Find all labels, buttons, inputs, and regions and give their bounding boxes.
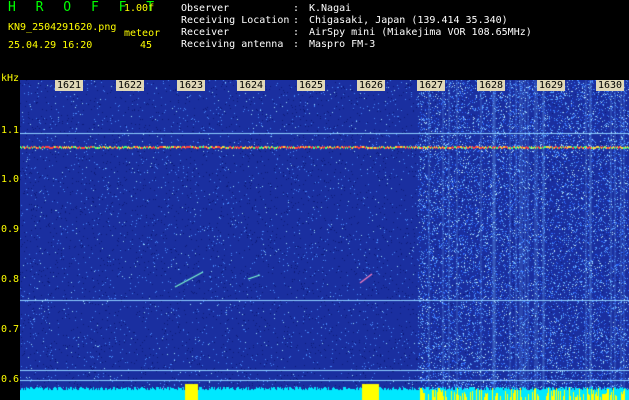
meteor-count: 45 xyxy=(140,40,153,51)
x-tick: 1629 xyxy=(537,80,566,91)
info-value: AirSpy mini (Miakejima VOR 108.65MHz) xyxy=(309,27,532,38)
y-tick: 1.1 xyxy=(1,125,20,136)
x-tick: 1622 xyxy=(116,80,145,91)
x-tick: 1621 xyxy=(55,80,84,91)
version-label: 1.00f xyxy=(124,3,155,14)
x-tick: 1624 xyxy=(237,80,266,91)
info-colon: : xyxy=(293,15,306,26)
info-row-antenna: Receiving antenna: Maspro FM-3 xyxy=(181,39,532,51)
info-label: Receiving Location xyxy=(181,15,290,26)
y-tick: 0.6 xyxy=(1,374,20,385)
x-tick: 1626 xyxy=(357,80,386,91)
info-row-observer: Observer: K.Nagai xyxy=(181,3,532,15)
y-tick: 0.9 xyxy=(1,224,20,235)
datetime-label: 25.04.29 16:20 xyxy=(8,40,93,51)
x-tick: 1627 xyxy=(417,80,446,91)
info-row-location: Receiving Location: Chigasaki, Japan (13… xyxy=(181,15,532,27)
info-label: Observer xyxy=(181,3,230,14)
filename-label: KN9_2504291620.png xyxy=(8,22,117,33)
info-colon: : xyxy=(293,27,306,38)
meteor-label: meteor xyxy=(124,28,161,39)
y-tick: 0.7 xyxy=(1,324,20,335)
info-value: Maspro FM-3 xyxy=(309,39,376,50)
y-tick: 0.8 xyxy=(1,274,20,285)
info-label: Receiver xyxy=(181,27,230,38)
y-tick: 1.0 xyxy=(1,174,20,185)
x-tick: 1625 xyxy=(297,80,326,91)
info-label: Receiving antenna xyxy=(181,39,284,50)
spectrogram xyxy=(20,80,629,400)
y-axis-unit: kHz xyxy=(1,73,20,84)
info-row-receiver: Receiver: AirSpy mini (Miakejima VOR 108… xyxy=(181,27,532,39)
x-tick: 1623 xyxy=(177,80,206,91)
x-tick: 1630 xyxy=(596,80,625,91)
info-value: K.Nagai xyxy=(309,3,352,14)
x-tick: 1628 xyxy=(477,80,506,91)
info-colon: : xyxy=(293,3,306,14)
info-value: Chigasaki, Japan (139.414 35.340) xyxy=(309,15,508,26)
info-colon: : xyxy=(293,39,306,50)
info-panel: Observer: K.Nagai Receiving Location: Ch… xyxy=(181,3,532,51)
